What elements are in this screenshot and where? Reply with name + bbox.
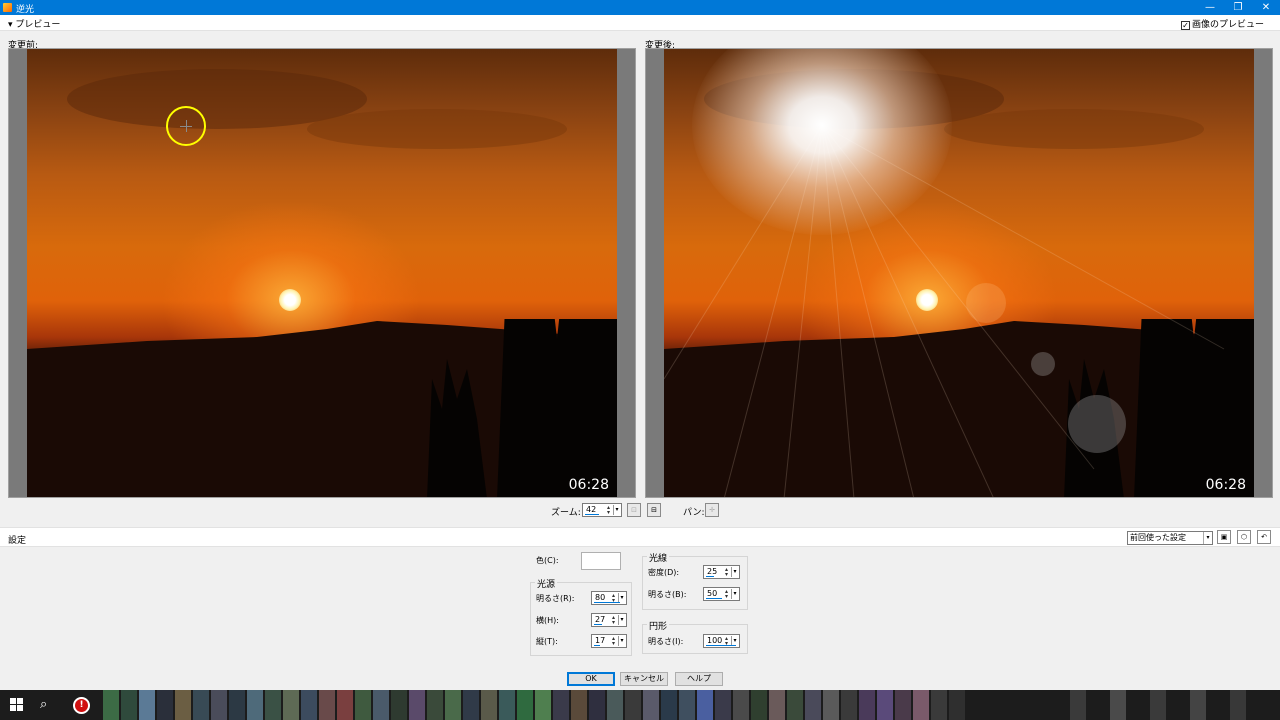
reset-preset-icon[interactable]: ↶	[1257, 530, 1271, 544]
circle-brightness-spinner[interactable]: 100 ▴ ▾ ▾	[703, 634, 740, 648]
zoom-label: ズーム:	[551, 508, 581, 518]
circle-title: 円形	[647, 619, 670, 632]
ok-button[interactable]: OK	[567, 672, 615, 686]
preview-toggle[interactable]: ▾ プレビュー	[8, 17, 60, 30]
settings-header: 設定 前回使った設定 ▾ ▣ ⬡ ↶	[0, 527, 1280, 547]
source-brightness-spinner[interactable]: 80 ▴ ▾ ▾	[591, 591, 627, 605]
before-preview-pane[interactable]: 06:28	[8, 48, 636, 498]
dropdown-arrow-icon[interactable]: ▾	[731, 589, 738, 599]
ray-brightness-spinner[interactable]: 50 ▴ ▾ ▾	[703, 587, 740, 601]
after-preview-pane: 06:28	[645, 48, 1273, 498]
actual-size-button[interactable]: ⊟	[647, 503, 661, 517]
title-bar: 逆光 — ❐ ✕	[0, 0, 1280, 15]
spin-arrows-icon[interactable]: ▴ ▾	[610, 636, 617, 647]
color-swatch[interactable]	[581, 552, 621, 570]
help-button[interactable]: ヘルプ	[675, 672, 723, 686]
image-preview-label: 画像のプレビュー	[1191, 20, 1264, 30]
ray-brightness-label: 明るさ(B):	[648, 590, 687, 599]
settings-label: 設定	[8, 536, 27, 546]
flare-ghost	[1031, 352, 1055, 376]
light-source-target[interactable]	[166, 106, 206, 146]
preview-header: ▾ プレビュー ✓ 画像のプレビュー	[0, 15, 1280, 31]
circle-brightness-label: 明るさ(I):	[648, 637, 684, 646]
app-power-icon[interactable]: !	[73, 697, 90, 714]
zoom-spinner[interactable]: 42 ▴ ▾ ▾	[582, 503, 622, 517]
horizontal-spinner[interactable]: 27 ▴ ▾ ▾	[591, 613, 627, 627]
dropdown-arrow-icon[interactable]: ▾	[613, 505, 620, 515]
density-spinner[interactable]: 25 ▴ ▾ ▾	[703, 565, 740, 579]
search-icon[interactable]: ⌕	[40, 697, 47, 712]
rays-title: 光線	[647, 551, 670, 564]
cancel-button[interactable]: キャンセル	[620, 672, 668, 686]
source-brightness-label: 明るさ(R):	[536, 594, 575, 603]
preset-select[interactable]: 前回使った設定 ▾	[1127, 531, 1213, 545]
flare-ghost	[966, 283, 1006, 323]
horizontal-label: 横(H):	[536, 616, 559, 625]
minimize-button[interactable]: —	[1196, 0, 1224, 15]
preview-toggle-label: プレビュー	[15, 20, 61, 30]
fit-to-window-button[interactable]: ⊡	[627, 503, 641, 517]
pan-move-icon[interactable]: ✛	[705, 503, 719, 517]
light-source-title: 光源	[535, 577, 558, 590]
spin-arrows-icon[interactable]: ▴ ▾	[605, 505, 612, 516]
color-label: 色(C):	[536, 556, 559, 565]
save-preset-icon[interactable]: ▣	[1217, 530, 1231, 544]
silhouette	[27, 319, 617, 497]
manage-presets-icon[interactable]: ⬡	[1237, 530, 1251, 544]
dropdown-arrow-icon[interactable]: ▾	[618, 636, 625, 646]
before-timestamp: 06:28	[568, 477, 609, 493]
spin-arrows-icon[interactable]: ▴ ▾	[723, 589, 730, 600]
restore-button[interactable]: ❐	[1224, 0, 1252, 15]
window-title: 逆光	[16, 5, 35, 15]
before-photo[interactable]: 06:28	[27, 49, 617, 497]
dropdown-arrow-icon[interactable]: ▾	[618, 615, 625, 625]
flare-ghost	[1068, 395, 1126, 453]
spin-arrows-icon[interactable]: ▴ ▾	[723, 567, 730, 578]
app-icon	[3, 3, 12, 12]
chevron-down-icon: ▾	[1203, 532, 1212, 544]
density-label: 密度(D):	[648, 568, 680, 577]
taskbar: ⌕ !	[0, 690, 1280, 720]
zoom-toolbar: ズーム: 42 ▴ ▾ ▾ ⊡ ⊟ パン: ✛	[0, 502, 1280, 520]
checkbox-checked-icon: ✓	[1180, 21, 1190, 30]
vertical-label: 縦(T):	[536, 637, 558, 646]
spin-arrows-icon[interactable]: ▴ ▾	[610, 615, 617, 626]
caret-down-icon: ▾	[8, 20, 13, 30]
after-photo: 06:28	[664, 49, 1254, 497]
windows-start-icon[interactable]	[10, 698, 24, 712]
pan-label: パン:	[683, 508, 705, 518]
image-preview-checkbox[interactable]: ✓ 画像のプレビュー	[1180, 17, 1264, 30]
close-button[interactable]: ✕	[1252, 0, 1280, 15]
dropdown-arrow-icon[interactable]: ▾	[731, 567, 738, 577]
after-timestamp: 06:28	[1205, 477, 1246, 493]
vertical-spinner[interactable]: 17 ▴ ▾ ▾	[591, 634, 627, 648]
